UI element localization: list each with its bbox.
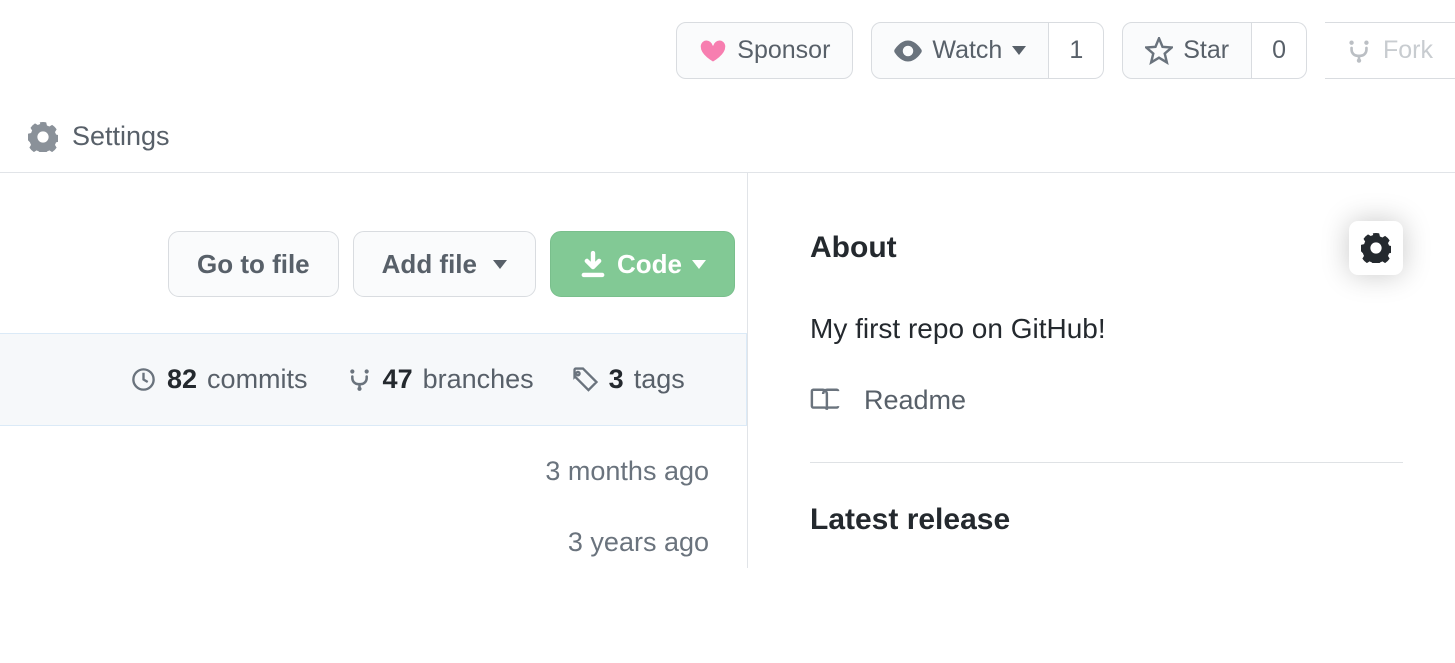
add-file-button[interactable]: Add file [353, 231, 536, 297]
add-file-label: Add file [382, 246, 477, 282]
commits-link[interactable]: 82 commits [130, 364, 308, 395]
settings-tab[interactable]: Settings [0, 101, 1455, 173]
commits-count: 82 [167, 364, 197, 395]
repo-stats-bar: 82 commits 47 branches 3 tags [0, 333, 747, 426]
star-button[interactable]: Star [1122, 22, 1252, 79]
tags-label: tags [634, 364, 685, 395]
readme-label: Readme [864, 385, 966, 416]
file-action-row: Go to file Add file Code [0, 173, 747, 297]
branches-label: branches [423, 364, 534, 395]
watch-count[interactable]: 1 [1049, 22, 1104, 79]
branch-icon [346, 366, 373, 393]
tags-link[interactable]: 3 tags [572, 364, 685, 395]
fork-icon [1345, 37, 1373, 65]
about-description: My first repo on GitHub! [810, 313, 1403, 345]
watch-label: Watch [932, 33, 1002, 68]
heart-icon [699, 37, 727, 65]
gear-icon [1361, 233, 1391, 263]
file-time-1: 3 months ago [0, 426, 709, 497]
watch-group: Watch 1 [871, 22, 1104, 79]
file-time-2: 3 years ago [0, 497, 709, 568]
star-group: Star 0 [1122, 22, 1307, 79]
go-to-file-button[interactable]: Go to file [168, 231, 339, 297]
about-title: About [810, 231, 897, 265]
book-icon [810, 386, 840, 416]
fork-button[interactable]: Fork [1325, 22, 1455, 79]
caret-down-icon [493, 260, 507, 269]
sponsor-button[interactable]: Sponsor [676, 22, 853, 79]
gear-icon [28, 122, 58, 152]
caret-down-icon [1012, 46, 1026, 55]
right-column: About My first repo on GitHub! Readme La… [748, 173, 1455, 568]
left-column: Go to file Add file Code 82 commits [0, 173, 748, 568]
code-button[interactable]: Code [550, 231, 735, 297]
tag-icon [572, 366, 599, 393]
commits-label: commits [207, 364, 308, 395]
sponsor-label: Sponsor [737, 33, 830, 68]
branches-link[interactable]: 47 branches [346, 364, 534, 395]
star-count[interactable]: 0 [1252, 22, 1307, 79]
code-label: Code [617, 246, 682, 282]
content-area: Go to file Add file Code 82 commits [0, 173, 1455, 568]
branches-count: 47 [383, 364, 413, 395]
about-settings-button[interactable] [1349, 221, 1403, 275]
readme-link[interactable]: Readme [810, 385, 1403, 416]
file-list-times: 3 months ago 3 years ago [0, 426, 747, 568]
about-header: About [810, 221, 1403, 275]
divider [810, 462, 1403, 463]
star-label: Star [1183, 33, 1229, 68]
history-icon [130, 366, 157, 393]
star-icon [1145, 37, 1173, 65]
download-icon [579, 250, 607, 278]
tags-count: 3 [609, 364, 624, 395]
watch-button[interactable]: Watch [871, 22, 1049, 79]
fork-label: Fork [1383, 33, 1433, 68]
caret-down-icon [692, 260, 706, 269]
eye-icon [894, 37, 922, 65]
latest-release-heading: Latest release [810, 503, 1403, 537]
repo-action-bar: Sponsor Watch 1 Star 0 Fork [0, 0, 1455, 101]
fork-group: Fork [1325, 22, 1455, 79]
settings-label: Settings [72, 121, 170, 152]
